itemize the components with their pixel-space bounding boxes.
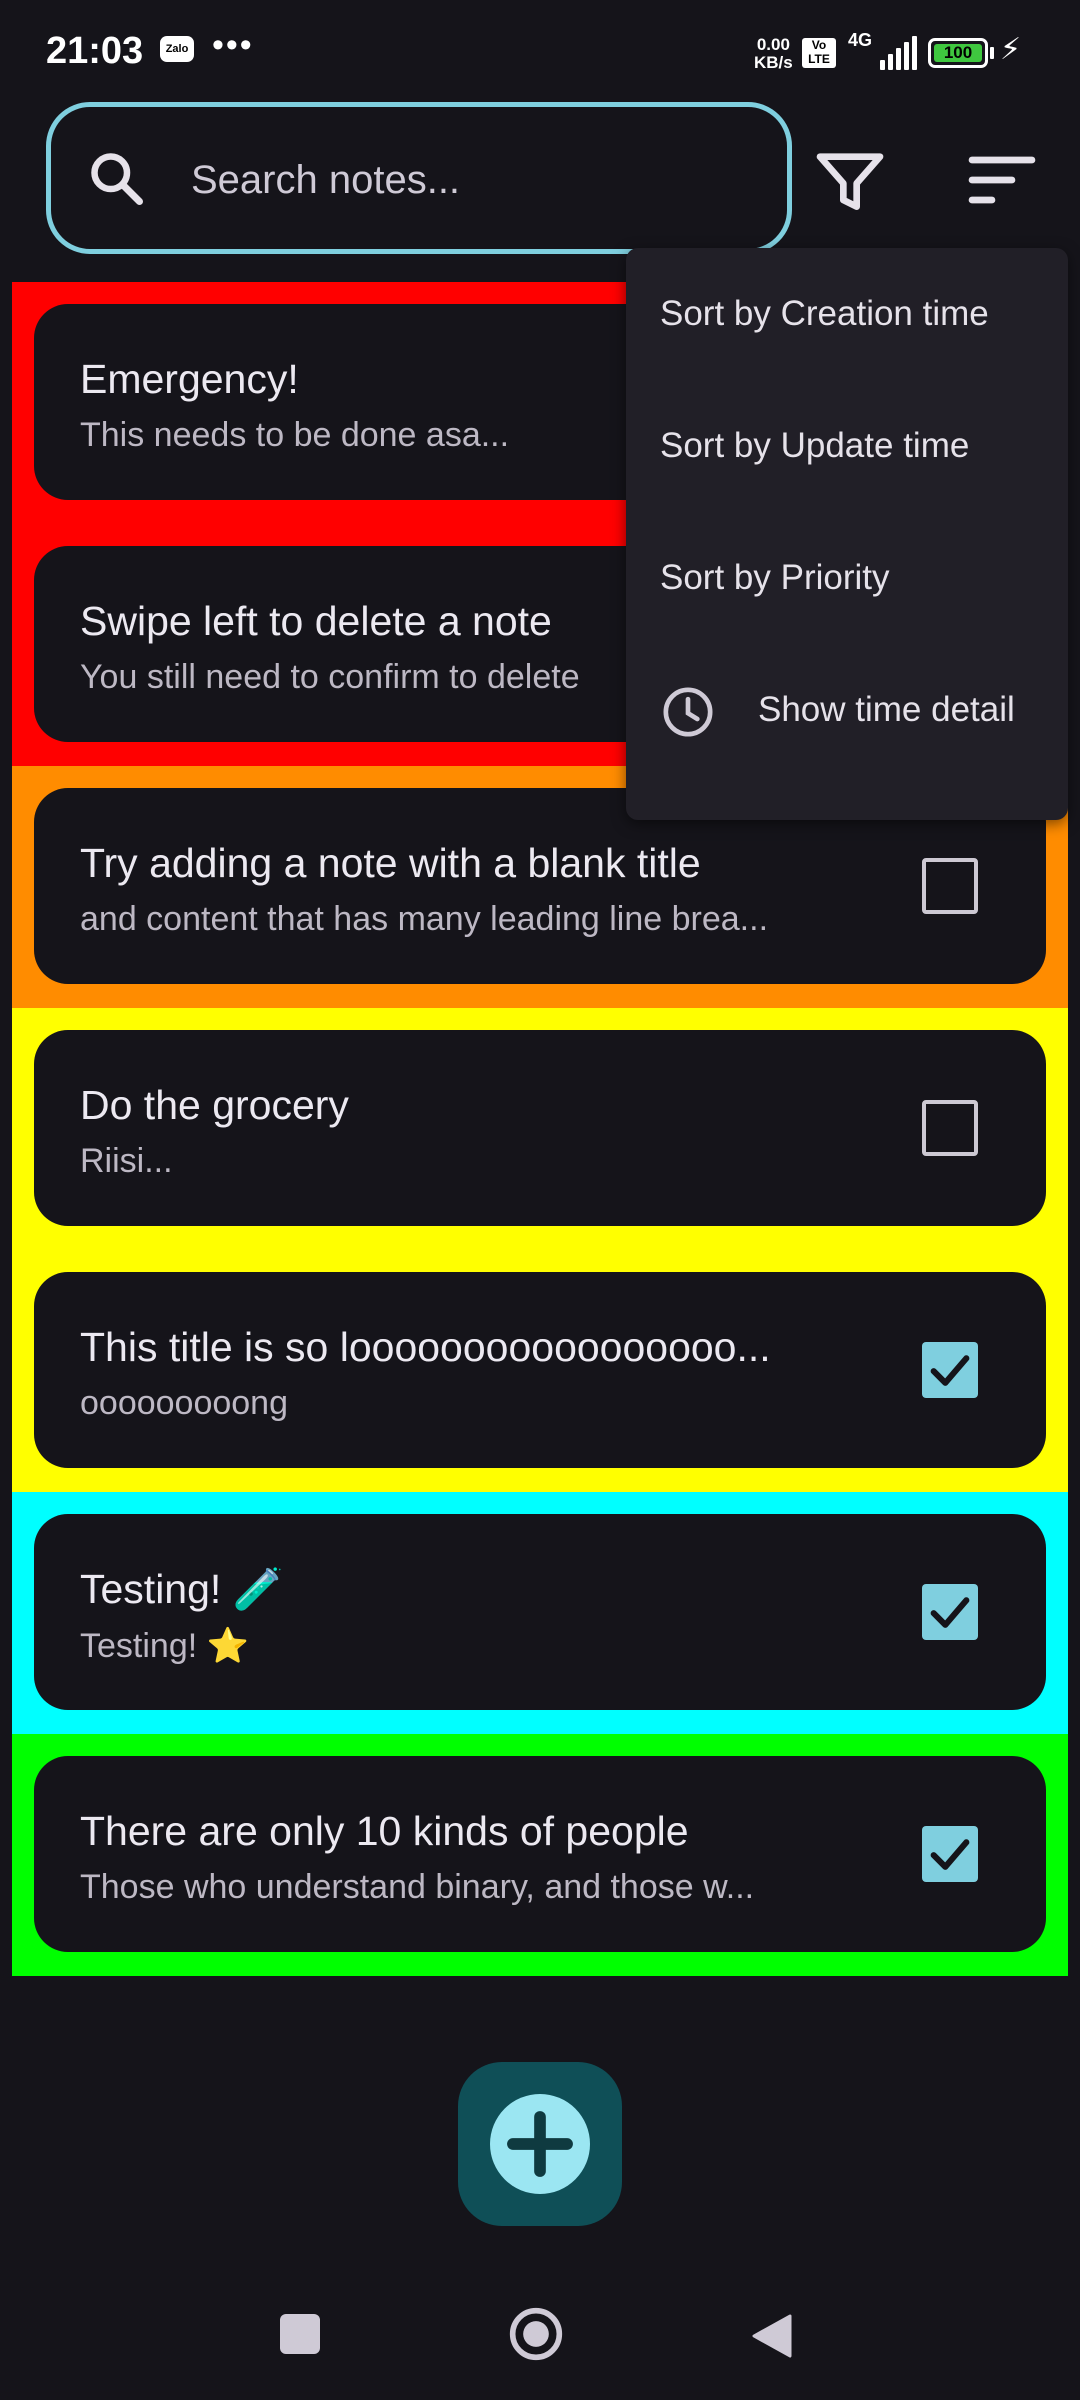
note-title: Try adding a note with a blank title: [80, 840, 701, 886]
note-preview: Testing! ⭐: [80, 1627, 249, 1665]
note-color-band: There are only 10 kinds of people Those w…: [12, 1734, 1068, 1976]
done-checkbox[interactable]: [922, 1342, 978, 1398]
note-card[interactable]: Do the grocery Riisi...: [34, 1030, 1046, 1226]
network-speed-value: 0.00: [756, 35, 790, 54]
clock-icon: [663, 687, 713, 737]
note-color-band: Testing! 🧪 Testing! ⭐: [12, 1492, 1068, 1734]
volte-icon: Vo LTE: [802, 38, 836, 68]
check-icon: [930, 1597, 970, 1628]
menu-item-label: Show time detail: [758, 690, 1015, 729]
status-time: 21:03: [46, 30, 144, 72]
plus-icon: [507, 2111, 573, 2177]
note-card[interactable]: There are only 10 kinds of people Those w…: [34, 1756, 1046, 1952]
menu-item-label: Sort by Creation time: [660, 294, 989, 333]
sort-icon[interactable]: [962, 140, 1042, 220]
sort-menu: Sort by Creation time Sort by Update tim…: [626, 248, 1068, 820]
add-note-button[interactable]: [458, 2062, 622, 2226]
done-checkbox[interactable]: [922, 858, 978, 914]
done-checkbox[interactable]: [922, 1584, 978, 1640]
back-button[interactable]: [750, 2312, 794, 2360]
check-icon: [930, 1355, 970, 1386]
done-checkbox[interactable]: [922, 1100, 978, 1156]
menu-item-label: Sort by Update time: [660, 426, 970, 465]
note-title: Do the grocery: [80, 1082, 349, 1128]
filter-icon[interactable]: [810, 140, 890, 220]
note-card[interactable]: Testing! 🧪 Testing! ⭐: [34, 1514, 1046, 1710]
note-title: This title is so looooooooooooooooo...: [80, 1324, 771, 1370]
recents-button[interactable]: [280, 2314, 320, 2354]
network-speed: 0.00 KB/s: [754, 36, 793, 72]
note-preview: Those who understand binary, and those w…: [80, 1868, 755, 1906]
menu-item-sort-priority[interactable]: Sort by Priority: [626, 512, 1068, 644]
network-speed-unit: KB/s: [754, 53, 793, 72]
network-type: 4G: [848, 30, 873, 50]
note-card[interactable]: This title is so looooooooooooooooo... oo…: [34, 1272, 1046, 1468]
battery-icon: 100: [928, 38, 988, 68]
note-color-band: Do the grocery Riisi...: [12, 1008, 1068, 1250]
done-checkbox[interactable]: [922, 1826, 978, 1882]
check-icon: [930, 1839, 970, 1870]
signal-icon: [880, 36, 917, 70]
note-color-band: This title is so looooooooooooooooo... oo…: [12, 1250, 1068, 1492]
search-input[interactable]: [191, 145, 751, 215]
fab-circle: [490, 2094, 590, 2194]
note-title: Testing! 🧪: [80, 1566, 284, 1612]
menu-item-sort-creation[interactable]: Sort by Creation time: [626, 248, 1068, 380]
charging-icon: ⚡: [1000, 33, 1022, 66]
note-preview: ooooooooong: [80, 1384, 289, 1422]
more-notifications-icon: •••: [212, 26, 254, 64]
note-preview: Riisi...: [80, 1142, 173, 1180]
note-title: There are only 10 kinds of people: [80, 1808, 689, 1854]
search-bar[interactable]: [46, 102, 792, 254]
menu-item-label: Sort by Priority: [660, 558, 890, 597]
menu-item-sort-update[interactable]: Sort by Update time: [626, 380, 1068, 512]
battery-tip: [990, 47, 994, 59]
zalo-notification-icon: Zalo: [160, 36, 194, 62]
status-bar: 21:03 Zalo ••• 0.00 KB/s Vo LTE 4G 100 ⚡: [0, 0, 1080, 100]
menu-item-show-time-detail[interactable]: Show time detail: [626, 644, 1068, 776]
note-preview: and content that has many leading line b…: [80, 900, 769, 938]
home-button[interactable]: [508, 2306, 564, 2362]
search-icon: [91, 153, 143, 205]
battery-level: 100: [934, 44, 982, 62]
